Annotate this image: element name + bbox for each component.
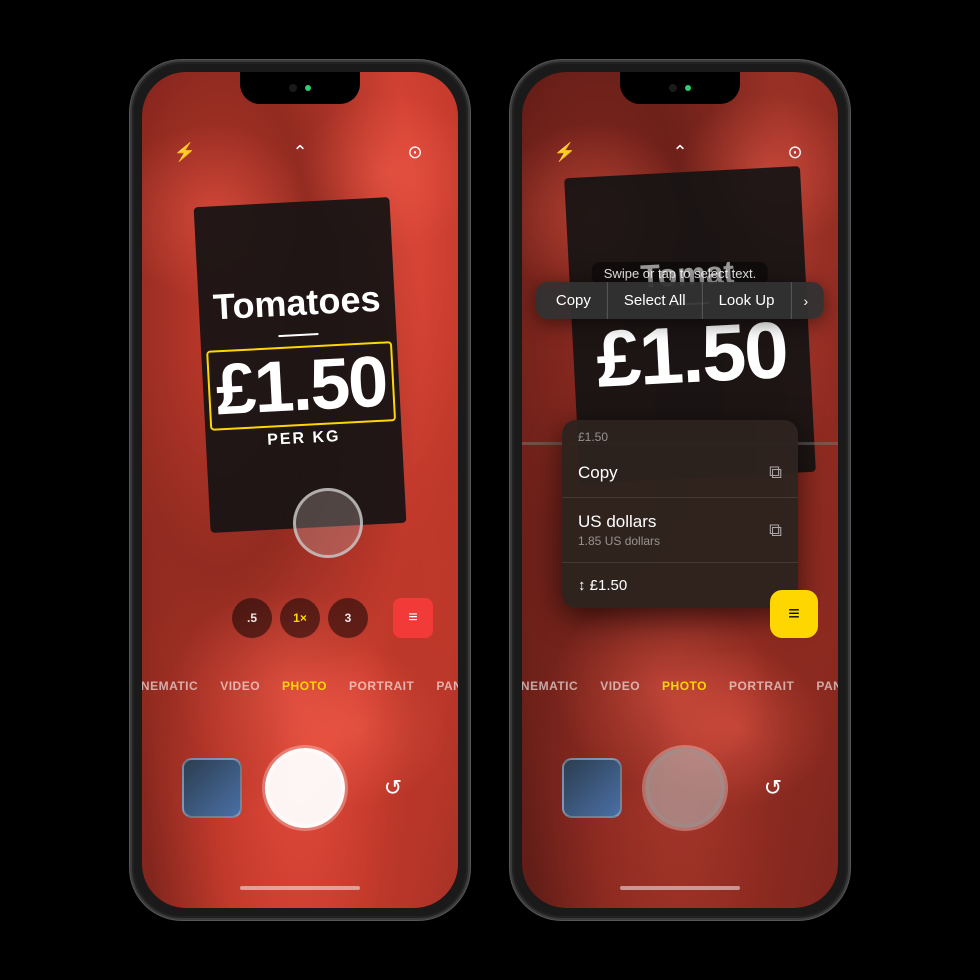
chevron-button-1[interactable]: ⌃: [282, 134, 318, 170]
settings-button-2[interactable]: ⊙: [777, 134, 813, 170]
camera-modes-1: CINEMATIC VIDEO PHOTO PORTRAIT PANO: [142, 679, 458, 693]
dropdown-usd-icon: ⧉: [769, 520, 782, 541]
notch-1: [240, 72, 360, 104]
camera-top-controls-1: ⚡ ⌃ ⊙: [142, 127, 458, 177]
live-text-icon-1[interactable]: ≡: [393, 598, 433, 638]
phone-2-screen: Tomat £1.50 ⚡ ⌃ ⊙ Swipe or tap to select…: [522, 72, 838, 908]
flip-button-1[interactable]: ↺: [368, 763, 418, 813]
dropdown-convert-item[interactable]: ↕ £1.50: [562, 563, 798, 608]
zoom-controls-1: .5 1× 3: [232, 598, 368, 638]
camera-top-controls-2: ⚡ ⌃ ⊙: [522, 127, 838, 177]
dropdown-usd-text: US dollars 1.85 US dollars: [578, 512, 769, 548]
sign-unit-1: PER KG: [267, 428, 341, 450]
thumbnail-2[interactable]: [562, 758, 622, 818]
notch-camera-2: [669, 84, 677, 92]
camera-viewfinder-1: Tomatoes £1.50 PER KG ⚡ ⌃: [142, 72, 458, 908]
flash-icon-1: ⚡: [174, 142, 196, 163]
context-menu-bar: Copy Select All Look Up ›: [536, 282, 824, 319]
dropdown-copy-icon: ⧉: [769, 462, 782, 483]
flash-button-1[interactable]: ⚡: [167, 134, 203, 170]
dropdown-usd-sub: 1.85 US dollars: [578, 534, 769, 548]
dropdown-convert-text: ↕ £1.50: [578, 577, 782, 594]
flash-button-2[interactable]: ⚡: [547, 134, 583, 170]
look-up-button[interactable]: Look Up: [703, 282, 792, 319]
dropdown-copy-text: Copy: [578, 463, 769, 483]
mode-portrait-2[interactable]: PORTRAIT: [729, 679, 794, 693]
mode-video-1[interactable]: VIDEO: [220, 679, 260, 693]
select-all-button[interactable]: Select All: [608, 282, 703, 319]
live-text-symbol-1: ≡: [408, 609, 417, 627]
flip-button-2[interactable]: ↺: [748, 763, 798, 813]
camera-bottom-1: ↺: [142, 748, 458, 828]
sign-title-1: Tomatoes: [212, 278, 381, 329]
live-text-badge-2[interactable]: ≡: [770, 590, 818, 638]
dropdown-header: £1.50: [562, 420, 798, 448]
dropdown-panel: £1.50 Copy ⧉ US dollars 1.85 US dollars …: [562, 420, 798, 608]
price-sign-1: Tomatoes £1.50 PER KG: [194, 197, 407, 533]
more-button[interactable]: ›: [791, 283, 820, 319]
settings-button-1[interactable]: ⊙: [397, 134, 433, 170]
chevron-button-2[interactable]: ⌃: [662, 134, 698, 170]
camera-modes-2: CINEMATIC VIDEO PHOTO PORTRAIT PANO: [522, 679, 838, 693]
live-text-badge-icon: ≡: [788, 603, 800, 626]
copy-button[interactable]: Copy: [540, 282, 608, 319]
shutter-button-2[interactable]: [645, 748, 725, 828]
dropdown-usd-item[interactable]: US dollars 1.85 US dollars ⧉: [562, 498, 798, 563]
dropdown-copy-item[interactable]: Copy ⧉: [562, 448, 798, 498]
mode-pano-2[interactable]: PANO: [816, 679, 838, 693]
notch-camera-1: [289, 84, 297, 92]
mode-video-2[interactable]: VIDEO: [600, 679, 640, 693]
notch-2: [620, 72, 740, 104]
home-indicator-2: [620, 886, 740, 890]
price-outline-1: £1.50: [206, 341, 396, 431]
dropdown-usd-label: US dollars: [578, 512, 769, 532]
camera-viewfinder-2: Tomat £1.50 ⚡ ⌃ ⊙ Swipe or tap to select…: [522, 72, 838, 908]
shutter-button-1[interactable]: [265, 748, 345, 828]
mode-pano-1[interactable]: PANO: [436, 679, 458, 693]
home-indicator-1: [240, 886, 360, 890]
notch-mic-1: [305, 85, 311, 91]
mode-cinematic-2[interactable]: CINEMATIC: [522, 679, 578, 693]
phone-1: Tomatoes £1.50 PER KG ⚡ ⌃: [130, 60, 470, 920]
camera-bottom-2: ↺: [522, 748, 838, 828]
mode-photo-2[interactable]: PHOTO: [662, 679, 707, 693]
mode-photo-1[interactable]: PHOTO: [282, 679, 327, 693]
sign-price-2: £1.50: [594, 310, 788, 400]
phone-2: Tomat £1.50 ⚡ ⌃ ⊙ Swipe or tap to select…: [510, 60, 850, 920]
notch-mic-2: [685, 85, 691, 91]
mode-portrait-1[interactable]: PORTRAIT: [349, 679, 414, 693]
zoom-05-button[interactable]: .5: [232, 598, 272, 638]
zoom-1x-button[interactable]: 1×: [280, 598, 320, 638]
thumbnail-1[interactable]: [182, 758, 242, 818]
chevron-icon-1: ⌃: [292, 142, 307, 163]
dropdown-convert-label: ↕ £1.50: [578, 577, 782, 594]
mode-cinematic-1[interactable]: CINEMATIC: [142, 679, 198, 693]
zoom-3-button[interactable]: 3: [328, 598, 368, 638]
settings-icon-1: ⊙: [407, 142, 422, 163]
flip-icon-1: ↺: [384, 775, 402, 801]
dropdown-copy-label: Copy: [578, 463, 769, 483]
phone-1-screen: Tomatoes £1.50 PER KG ⚡ ⌃: [142, 72, 458, 908]
magnifier-1: [293, 488, 363, 558]
flip-icon-2: ↺: [764, 775, 782, 801]
sign-price-1: £1.50: [214, 346, 388, 427]
